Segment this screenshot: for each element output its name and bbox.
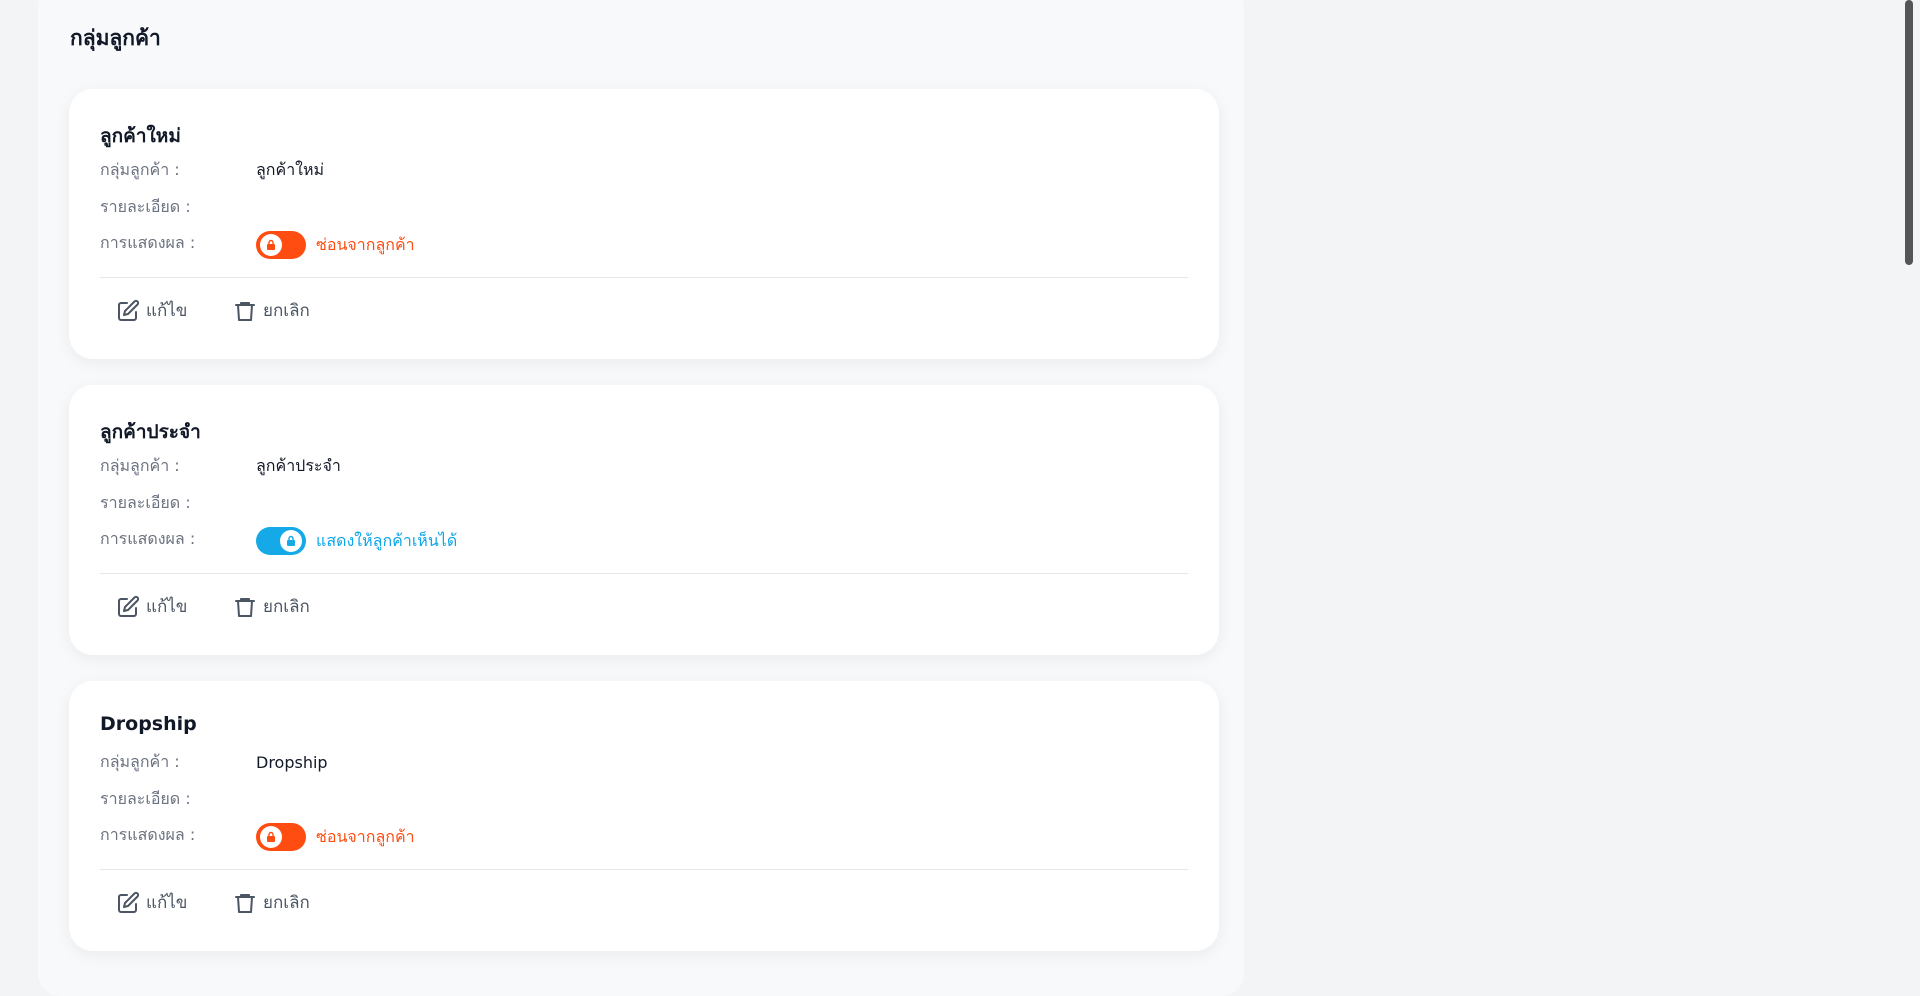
detail-row: รายละเอียด : bbox=[100, 491, 256, 515]
delete-button[interactable]: ยกเลิก bbox=[233, 297, 310, 324]
display-row: การแสดงผล : ซ่อนจากลูกค้า bbox=[100, 823, 415, 851]
group-label: กลุ่มลูกค้า : bbox=[100, 455, 180, 475]
customer-group-list: ลูกค้าใหม่ กลุ่มลูกค้า : ลูกค้าใหม่ รายล… bbox=[69, 89, 1219, 977]
visibility-status: แสดงให้ลูกค้าเห็นได้ bbox=[316, 530, 458, 550]
delete-label: ยกเลิก bbox=[263, 301, 310, 321]
card-title: ลูกค้าประจำ bbox=[100, 421, 201, 443]
edit-button[interactable]: แก้ไข bbox=[116, 593, 187, 620]
group-row: กลุ่มลูกค้า : Dropship bbox=[100, 750, 328, 774]
display-label: การแสดงผล : bbox=[100, 232, 196, 252]
customer-group-card: ลูกค้าใหม่ กลุ่มลูกค้า : ลูกค้าใหม่ รายล… bbox=[69, 89, 1219, 359]
visibility-status: ซ่อนจากลูกค้า bbox=[316, 826, 415, 846]
group-value: Dropship bbox=[256, 752, 328, 772]
group-value: ลูกค้าประจำ bbox=[256, 455, 341, 475]
delete-button[interactable]: ยกเลิก bbox=[233, 593, 310, 620]
divider bbox=[100, 277, 1188, 278]
divider bbox=[100, 869, 1188, 870]
delete-label: ยกเลิก bbox=[263, 893, 310, 913]
lock-icon bbox=[260, 234, 282, 256]
detail-label: รายละเอียด : bbox=[100, 492, 191, 512]
card-title: ลูกค้าใหม่ bbox=[100, 125, 181, 147]
visibility-toggle[interactable] bbox=[256, 231, 306, 259]
edit-icon bbox=[118, 299, 140, 321]
trash-icon bbox=[235, 893, 255, 913]
divider bbox=[100, 573, 1188, 574]
display-row: การแสดงผล : ซ่อนจากลูกค้า bbox=[100, 231, 415, 259]
group-label: กลุ่มลูกค้า : bbox=[100, 159, 180, 179]
lock-icon bbox=[280, 530, 302, 552]
edit-button[interactable]: แก้ไข bbox=[116, 889, 187, 916]
detail-row: รายละเอียด : bbox=[100, 195, 256, 219]
group-label: กลุ่มลูกค้า : bbox=[100, 751, 180, 771]
edit-icon bbox=[118, 595, 140, 617]
group-row: กลุ่มลูกค้า : ลูกค้าประจำ bbox=[100, 454, 341, 478]
trash-icon bbox=[235, 597, 255, 617]
edit-label: แก้ไข bbox=[146, 301, 188, 321]
customer-group-card: Dropship กลุ่มลูกค้า : Dropship รายละเอี… bbox=[69, 681, 1219, 951]
visibility-toggle[interactable] bbox=[256, 527, 306, 555]
visibility-toggle[interactable] bbox=[256, 823, 306, 851]
detail-row: รายละเอียด : bbox=[100, 787, 256, 811]
edit-button[interactable]: แก้ไข bbox=[116, 297, 187, 324]
display-label: การแสดงผล : bbox=[100, 824, 196, 844]
group-row: กลุ่มลูกค้า : ลูกค้าใหม่ bbox=[100, 158, 324, 182]
visibility-status: ซ่อนจากลูกค้า bbox=[316, 234, 415, 254]
detail-label: รายละเอียด : bbox=[100, 196, 191, 216]
trash-icon bbox=[235, 301, 255, 321]
display-row: การแสดงผล : แสดงให้ลูกค้าเห็นได้ bbox=[100, 527, 458, 555]
delete-label: ยกเลิก bbox=[263, 597, 310, 617]
customer-group-card: ลูกค้าประจำ กลุ่มลูกค้า : ลูกค้าประจำ รา… bbox=[69, 385, 1219, 655]
page-title: กลุ่มลูกค้า bbox=[70, 26, 161, 50]
delete-button[interactable]: ยกเลิก bbox=[233, 889, 310, 916]
edit-label: แก้ไข bbox=[146, 597, 188, 617]
lock-icon bbox=[260, 826, 282, 848]
card-title: Dropship bbox=[100, 713, 197, 735]
edit-icon bbox=[118, 891, 140, 913]
group-value: ลูกค้าใหม่ bbox=[256, 159, 325, 179]
display-label: การแสดงผล : bbox=[100, 528, 196, 548]
edit-label: แก้ไข bbox=[146, 893, 188, 913]
detail-label: รายละเอียด : bbox=[100, 788, 191, 808]
scrollbar-thumb[interactable] bbox=[1905, 0, 1913, 265]
